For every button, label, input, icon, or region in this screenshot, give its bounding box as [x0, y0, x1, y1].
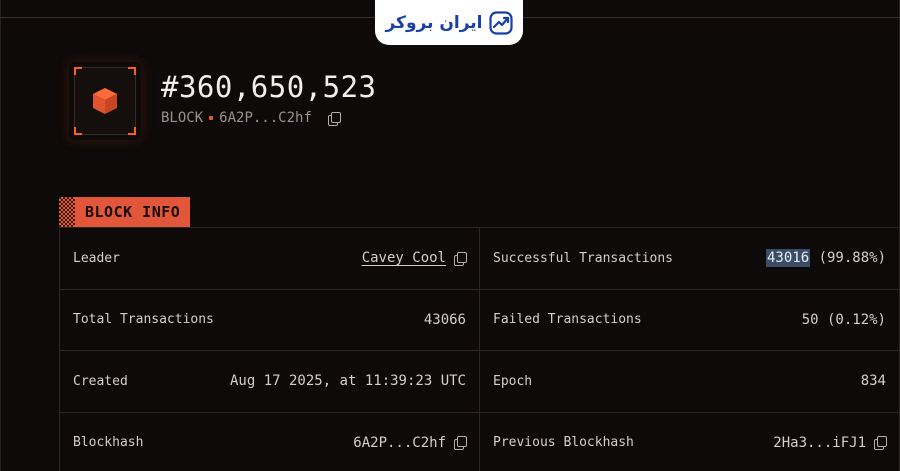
epoch-cell: Epoch 834 [480, 351, 900, 412]
table-row: Total Transactions 43066 Failed Transact… [60, 289, 900, 351]
brand-logo-text: ایران بروکر [385, 12, 483, 33]
copy-icon[interactable] [454, 436, 467, 451]
section-header: BLOCK INFO [59, 197, 191, 227]
cube-icon [93, 88, 117, 114]
block-subtitle: BLOCK 6A2P...C2hf [161, 110, 341, 126]
failed-tx-label: Failed Transactions [493, 312, 642, 328]
copy-icon[interactable] [327, 111, 341, 126]
epoch-label: Epoch [493, 373, 533, 389]
created-cell: Created Aug 17 2025, at 11:39:23 UTC [60, 351, 480, 412]
successful-tx-cell: Successful Transactions 43016 (99.88%) [480, 228, 900, 289]
created-label: Created [73, 373, 128, 389]
section-title: BLOCK INFO [75, 197, 191, 227]
copy-icon[interactable] [454, 251, 467, 266]
leader-cell: Leader Cavey Cool [60, 228, 480, 289]
total-tx-label: Total Transactions [73, 312, 214, 328]
table-row: Created Aug 17 2025, at 11:39:23 UTC Epo… [60, 351, 900, 413]
blockhash-value-group: 6A2P...C2hf [353, 434, 467, 451]
blockhash-value: 6A2P...C2hf [353, 434, 446, 451]
successful-tx-value: 43016 (99.88%) [765, 249, 886, 268]
blockhash-cell: Blockhash 6A2P...C2hf [60, 412, 480, 471]
brand-logo: ایران بروکر [375, 0, 523, 45]
trend-chart-icon [488, 10, 513, 35]
block-info-table: Leader Cavey Cool Successful Transaction… [59, 227, 900, 471]
separator-dot [209, 116, 214, 120]
successful-tx-percent: (99.88%) [810, 250, 886, 267]
total-tx-value: 43066 [423, 311, 466, 328]
block-number-title: #360,650,523 [161, 70, 377, 104]
table-row: Leader Cavey Cool Successful Transaction… [60, 228, 900, 290]
epoch-value[interactable]: 834 [861, 373, 886, 389]
failed-tx-value: 50 (0.12%) [801, 311, 886, 328]
leader-label: Leader [73, 250, 120, 266]
leader-value-group: Cavey Cool [362, 250, 467, 266]
created-value: Aug 17 2025, at 11:39:23 UTC [229, 373, 466, 390]
leader-link[interactable]: Cavey Cool [362, 250, 446, 266]
previous-blockhash-cell: Previous Blockhash 2Ha3...iFJ1 [480, 412, 900, 471]
successful-tx-highlight: 43016 [765, 249, 811, 268]
previous-blockhash-value-group: 2Ha3...iFJ1 [773, 435, 887, 451]
total-tx-cell: Total Transactions 43066 [60, 289, 480, 350]
table-row: Blockhash 6A2P...C2hf Previous Blockhash… [60, 412, 900, 471]
failed-tx-cell: Failed Transactions 50 (0.12%) [480, 289, 900, 350]
previous-blockhash-label: Previous Blockhash [493, 435, 634, 451]
checker-pattern [59, 197, 75, 227]
block-icon-frame [74, 67, 136, 135]
previous-blockhash-link[interactable]: 2Ha3...iFJ1 [773, 435, 866, 451]
block-hash-short: 6A2P...C2hf [219, 110, 312, 126]
copy-icon[interactable] [874, 436, 887, 451]
block-kind-label: BLOCK [161, 110, 204, 126]
successful-tx-label: Successful Transactions [493, 250, 674, 266]
blockhash-label: Blockhash [73, 435, 144, 451]
frame-left-line [0, 0, 1, 471]
